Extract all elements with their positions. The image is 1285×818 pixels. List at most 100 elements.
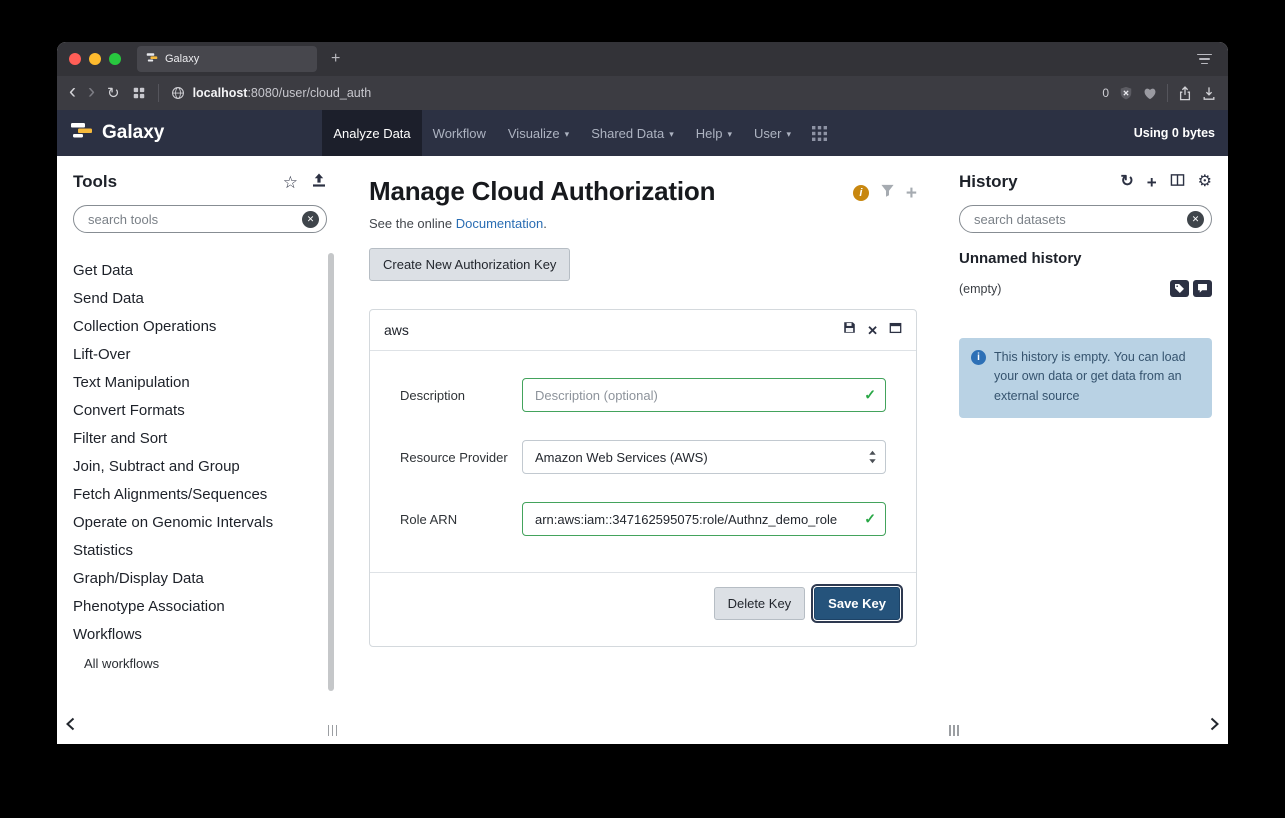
tools-search: ✕ [73,205,327,233]
filter-icon[interactable] [880,183,895,203]
panel-resize-grip[interactable] [328,725,338,736]
nav-analyze-data[interactable]: Analyze Data [322,110,421,156]
zoom-window-button[interactable] [109,53,121,65]
tool-section-send-data[interactable]: Send Data [73,285,327,313]
gear-icon[interactable]: ⚙ [1198,174,1212,190]
upload-icon[interactable] [311,172,327,192]
all-workflows-link[interactable]: All workflows [73,649,327,678]
documentation-link[interactable]: Documentation [456,216,543,231]
tool-section-phenotype-association[interactable]: Phenotype Association [73,593,327,621]
tool-list: Get Data Send Data Collection Operations… [73,257,327,678]
description-input[interactable] [522,378,886,412]
nav-visualize[interactable]: Visualize▾ [497,110,580,156]
resource-provider-label: Resource Provider [400,450,522,465]
history-panel: History ↻ + ⚙ ✕ Unnamed history (empty) [943,156,1228,744]
globe-icon [171,86,185,100]
clear-search-icon[interactable]: ✕ [302,211,319,228]
storage-usage[interactable]: Using 0 bytes [1134,126,1215,140]
delete-key-button[interactable]: Delete Key [714,587,806,620]
resource-provider-select[interactable]: Amazon Web Services (AWS) [522,440,886,474]
url-host: localhost [193,86,248,100]
history-name[interactable]: Unnamed history [959,250,1212,267]
refresh-icon[interactable]: ↻ [1120,174,1133,190]
resource-provider-row: Resource Provider Amazon Web Services (A… [400,440,886,474]
tool-section-genomic-intervals[interactable]: Operate on Genomic Intervals [73,509,327,537]
share-icon[interactable] [1178,86,1192,101]
nav-user[interactable]: User▾ [743,110,802,156]
window-controls [69,53,121,65]
valid-check-icon: ✓ [864,511,876,528]
forward-button[interactable]: › [88,81,95,102]
save-icon[interactable] [843,321,856,339]
alert-text: This history is empty. You can load your… [994,348,1200,406]
tool-section-statistics[interactable]: Statistics [73,537,327,565]
add-icon[interactable]: + [906,184,917,203]
close-window-button[interactable] [69,53,81,65]
chevron-down-icon: ▾ [669,129,674,140]
maximize-icon[interactable] [889,321,902,339]
tools-search-input[interactable] [86,211,302,228]
info-circle-icon[interactable]: i [853,185,869,201]
blocked-count: 0 [1102,86,1109,100]
empty-history-alert: i This history is empty. You can load yo… [959,338,1212,418]
card-footer: Delete Key Save Key [370,572,916,646]
app-content: Tools ☆ ✕ Get Data Send Data Collection … [57,156,1228,744]
tools-panel: Tools ☆ ✕ Get Data Send Data Collection … [57,156,343,744]
save-key-button[interactable]: Save Key [814,587,900,620]
multi-history-icon[interactable] [1170,173,1185,191]
reload-button[interactable]: ↻ [107,84,120,102]
info-circle-icon: i [971,350,986,365]
role-arn-label: Role ARN [400,512,522,527]
favorites-star-icon[interactable]: ☆ [283,174,298,191]
collapse-panel-icon[interactable] [65,717,76,736]
back-button[interactable]: ‹ [69,81,76,102]
browser-tab-bar: Galaxy + [57,42,1228,76]
tags-icon[interactable] [1170,280,1189,297]
toolbar-divider [158,84,159,102]
tools-scrollbar[interactable] [328,253,334,691]
tool-section-text-manipulation[interactable]: Text Manipulation [73,369,327,397]
list-all-tabs-icon[interactable] [1197,54,1216,65]
url-field[interactable]: localhost:8080/user/cloud_auth [171,86,1091,100]
history-search: ✕ [959,205,1212,233]
chevron-down-icon: ▾ [727,129,732,140]
annotation-icon[interactable] [1193,280,1212,297]
browser-window: Galaxy + ‹ › ↻ localhost:8080/user/cloud… [57,42,1228,744]
clear-search-icon[interactable]: ✕ [1187,211,1204,228]
tool-section-graph-display[interactable]: Graph/Display Data [73,565,327,593]
tool-section-workflows[interactable]: Workflows [73,621,327,649]
nav-shared-data[interactable]: Shared Data▾ [580,110,685,156]
grid-apps-icon[interactable] [802,110,837,156]
browser-tab[interactable]: Galaxy [137,46,317,72]
shield-icon[interactable] [1119,86,1133,100]
tool-section-get-data[interactable]: Get Data [73,257,327,285]
tool-section-convert-formats[interactable]: Convert Formats [73,397,327,425]
tool-section-collection-operations[interactable]: Collection Operations [73,313,327,341]
url-path: :8080/user/cloud_auth [247,86,371,100]
tool-section-filter-and-sort[interactable]: Filter and Sort [73,425,327,453]
expand-panel-icon[interactable] [1209,717,1220,736]
tool-section-join-subtract-group[interactable]: Join, Subtract and Group [73,453,327,481]
tiles-icon[interactable] [132,86,146,100]
minimize-window-button[interactable] [89,53,101,65]
create-authorization-key-button[interactable]: Create New Authorization Key [369,248,570,281]
chevron-down-icon: ▾ [565,129,570,140]
role-arn-row: Role ARN ✓ [400,502,886,536]
heart-icon[interactable] [1143,87,1157,100]
tool-section-lift-over[interactable]: Lift-Over [73,341,327,369]
new-history-icon[interactable]: + [1147,174,1157,191]
history-search-input[interactable] [972,211,1187,228]
new-tab-button[interactable]: + [331,51,340,67]
role-arn-input[interactable] [522,502,886,536]
history-title: History [959,172,1018,192]
nav-workflow[interactable]: Workflow [422,110,497,156]
galaxy-masthead: Galaxy Analyze Data Workflow Visualize▾ … [57,110,1228,156]
panel-resize-grip[interactable] [949,725,959,736]
close-icon[interactable]: ✕ [867,324,878,337]
tool-section-fetch-alignments[interactable]: Fetch Alignments/Sequences [73,481,327,509]
galaxy-brand[interactable]: Galaxy [70,120,164,146]
card-header: aws ✕ [370,310,916,351]
nav-help[interactable]: Help▾ [685,110,743,156]
address-bar-actions: 0 [1102,84,1216,102]
download-icon[interactable] [1202,86,1216,101]
